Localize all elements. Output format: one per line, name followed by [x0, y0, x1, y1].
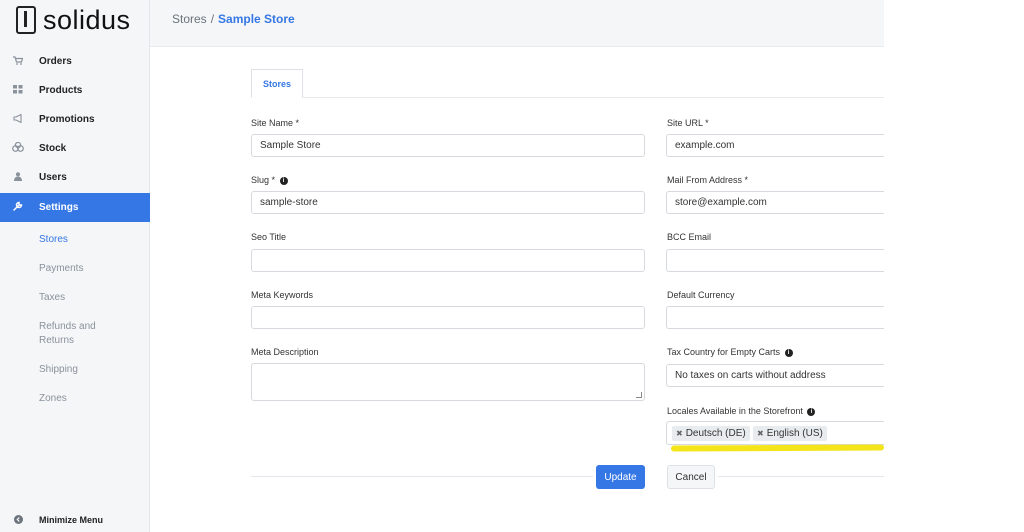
tax-country-select[interactable]: No taxes on carts without address	[666, 364, 884, 387]
sidebar-item-label: Users	[39, 172, 67, 183]
cancel-button[interactable]: Cancel	[667, 465, 715, 489]
minimize-menu-label: Minimize Menu	[39, 515, 104, 525]
locale-chip[interactable]: ✖ Deutsch (DE)	[672, 426, 750, 441]
cubes-icon	[11, 141, 25, 155]
sidebar-item-settings[interactable]: Settings	[0, 193, 150, 222]
minimize-menu-button[interactable]: Minimize Menu	[0, 511, 150, 529]
breadcrumb-separator: /	[210, 12, 215, 26]
meta-description-label: Meta Description	[251, 347, 319, 357]
breadcrumb-current: Sample Store	[218, 12, 295, 26]
tax-country-label: Tax Country for Empty Carts i	[667, 346, 793, 358]
remove-icon[interactable]: ✖	[757, 429, 764, 438]
megaphone-icon	[11, 113, 25, 126]
sidebar-item-label: Promotions	[39, 114, 95, 125]
meta-description-textarea[interactable]	[251, 363, 645, 401]
resize-handle-icon[interactable]	[636, 392, 642, 398]
wrench-icon	[11, 201, 25, 214]
site-name-field[interactable]: Sample Store	[251, 134, 645, 157]
breadcrumb: Stores / Sample Store	[172, 12, 295, 26]
sidebar-item-promotions[interactable]: Promotions	[0, 105, 150, 134]
mail-from-label: Mail From Address *	[667, 175, 749, 185]
logo-mark-icon	[16, 6, 36, 34]
sidebar-subitem-zones[interactable]: Zones	[39, 392, 67, 406]
sidebar-item-products[interactable]: Products	[0, 76, 150, 105]
slug-label: Slug * i	[251, 174, 288, 186]
seo-title-field[interactable]	[251, 249, 645, 272]
form-divider	[251, 476, 593, 477]
default-currency-label: Default Currency	[667, 290, 735, 300]
sidebar-subitem-taxes[interactable]: Taxes	[39, 291, 65, 305]
bcc-email-label: BCC Email	[667, 232, 712, 242]
update-button[interactable]: Update	[596, 465, 645, 489]
grid-icon	[11, 84, 25, 97]
locales-label: Locales Available in the Storefront i	[667, 405, 816, 417]
slug-label-text: Slug *	[251, 175, 276, 185]
locale-chip[interactable]: ✖ English (US)	[753, 426, 827, 441]
site-url-label: Site URL *	[667, 118, 709, 128]
sidebar-item-orders[interactable]: Orders	[0, 47, 150, 76]
sidebar-subitem-payments[interactable]: Payments	[39, 262, 83, 276]
meta-keywords-label: Meta Keywords	[251, 290, 314, 300]
site-url-field[interactable]: example.com	[666, 134, 884, 157]
sidebar-item-label: Stock	[39, 143, 67, 154]
bcc-email-field[interactable]	[666, 249, 884, 272]
sidebar-item-label: Orders	[39, 56, 72, 67]
locale-chip-label: English (US)	[766, 428, 823, 439]
form-divider	[718, 476, 884, 477]
page-header: Stores / Sample Store	[150, 0, 884, 47]
tab-stores[interactable]: Stores	[251, 69, 303, 98]
sidebar-item-users[interactable]: Users	[0, 163, 150, 192]
solidus-logo[interactable]: solidus	[16, 4, 131, 36]
mail-from-field[interactable]: store@example.com	[666, 191, 884, 214]
seo-title-label: Seo Title	[251, 232, 287, 242]
site-name-label: Site Name *	[251, 118, 300, 128]
sidebar-subitem-refunds-and-returns[interactable]: Refunds and Returns	[39, 320, 119, 348]
sidebar: solidus Orders Products Promotions Stock…	[0, 0, 150, 532]
cart-icon	[11, 55, 25, 68]
sidebar-item-label: Settings	[39, 202, 79, 213]
info-icon[interactable]: i	[784, 348, 793, 357]
info-icon[interactable]: i	[279, 176, 288, 185]
chevron-left-circle-icon	[11, 514, 25, 526]
default-currency-field[interactable]	[666, 306, 884, 329]
sidebar-item-label: Products	[39, 85, 83, 96]
tax-country-label-text: Tax Country for Empty Carts	[667, 347, 781, 357]
tab-divider	[302, 97, 884, 98]
sidebar-item-stock[interactable]: Stock	[0, 134, 150, 163]
highlight-annotation	[670, 444, 885, 452]
slug-field[interactable]: sample-store	[251, 191, 645, 214]
info-icon[interactable]: i	[807, 407, 816, 416]
locales-label-text: Locales Available in the Storefront	[667, 406, 803, 416]
sidebar-subitem-stores[interactable]: Stores	[39, 233, 68, 247]
breadcrumb-root-link[interactable]: Stores	[172, 12, 207, 26]
locales-multiselect[interactable]: ✖ Deutsch (DE) ✖ English (US)	[666, 421, 884, 445]
user-icon	[11, 171, 25, 184]
logo-text: solidus	[43, 5, 131, 35]
sidebar-subitem-shipping[interactable]: Shipping	[39, 363, 78, 377]
remove-icon[interactable]: ✖	[676, 429, 683, 438]
meta-keywords-field[interactable]	[251, 306, 645, 329]
locale-chip-label: Deutsch (DE)	[685, 428, 746, 439]
